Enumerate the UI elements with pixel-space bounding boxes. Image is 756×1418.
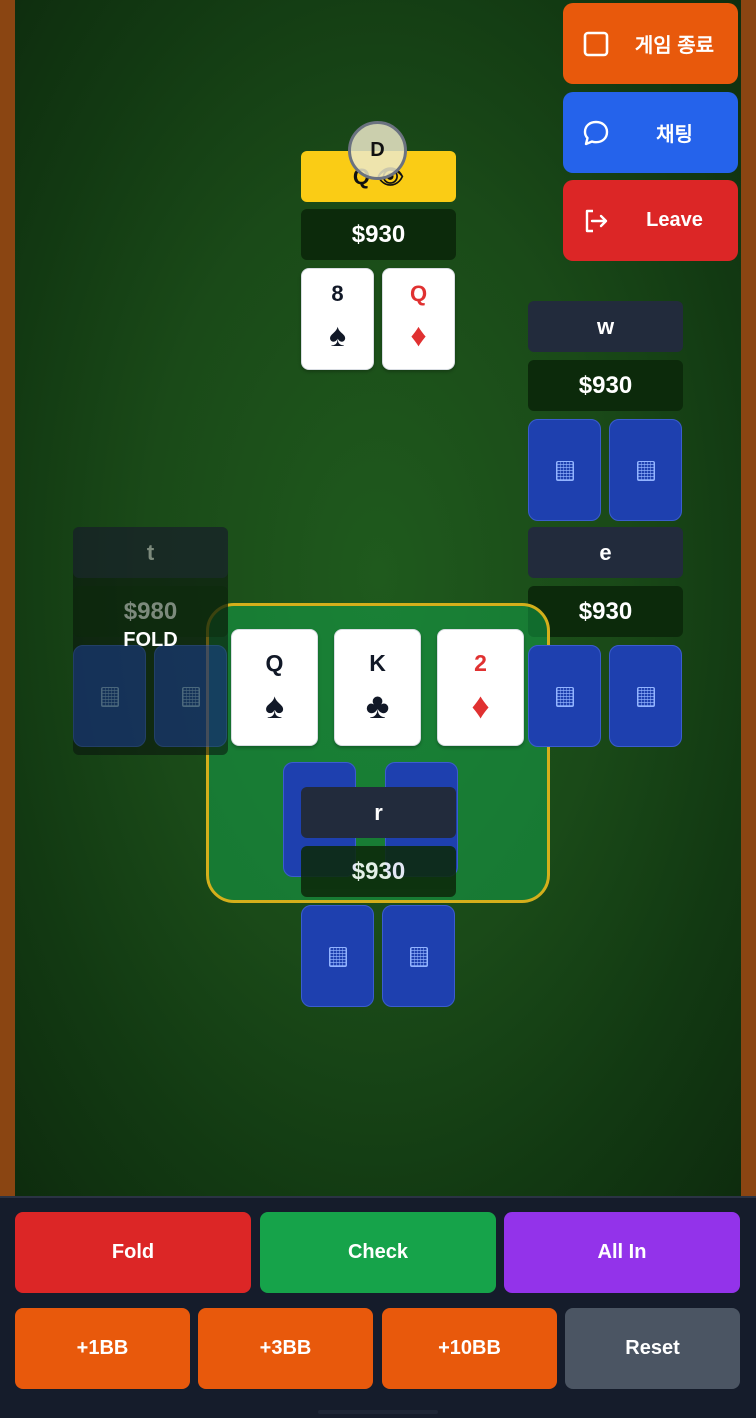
stop-icon (583, 31, 609, 57)
raise-3bb-button[interactable]: +3BB (198, 1308, 373, 1389)
player-right-lower-stack: $930 (528, 586, 683, 637)
card-suit: ♣ (365, 685, 390, 726)
card-back (609, 419, 682, 521)
logout-icon (585, 209, 608, 233)
card-back-icon (182, 687, 200, 707)
player-right-upper-stack: $930 (528, 360, 683, 411)
chat-button[interactable]: 채팅 (563, 92, 738, 173)
card-suit: ♦ (471, 685, 490, 726)
card-back-icon (637, 461, 655, 481)
leave-label: Leave (646, 209, 703, 231)
fold-status-label: FOLD (123, 629, 178, 651)
card-back (528, 645, 601, 747)
player-bottom-stack: $930 (301, 846, 456, 897)
home-indicator (318, 1410, 438, 1414)
card-back (609, 645, 682, 747)
card-back (528, 419, 601, 521)
player-top-stack: $930 (301, 209, 456, 260)
fold-button[interactable]: Fold (15, 1212, 251, 1293)
card-back (301, 905, 374, 1007)
card-back (382, 905, 455, 1007)
board-card-3: 2 ♦ (437, 629, 524, 746)
card-suit: ♠ (329, 317, 346, 353)
chat-bubble-icon (583, 120, 609, 146)
raise-1bb-button[interactable]: +1BB (15, 1308, 190, 1389)
board-card-1: Q ♠ (231, 629, 318, 746)
chat-label: 채팅 (656, 124, 693, 146)
raise-10bb-button[interactable]: +10BB (382, 1308, 557, 1389)
player-bottom-name: r (301, 787, 456, 838)
card-rank: K (369, 650, 386, 676)
card-back-icon (556, 461, 574, 481)
player-top-card-2: Q ♦ (382, 268, 455, 370)
card-suit: ♠ (264, 685, 285, 726)
end-game-label: 게임 종료 (634, 35, 715, 57)
card-back-icon (410, 947, 428, 967)
card-back-icon (637, 687, 655, 707)
card-rank: 2 (474, 650, 487, 676)
dealer-button: D (348, 121, 407, 180)
leave-button[interactable]: Leave (563, 180, 738, 261)
all-in-button[interactable]: All In (504, 1212, 740, 1293)
player-left-name: t (73, 527, 228, 578)
card-rank: Q (409, 281, 428, 306)
player-right-lower-name: e (528, 527, 683, 578)
board-card-2: K ♣ (334, 629, 421, 746)
player-top-card-1: 8 ♠ (301, 268, 374, 370)
end-game-button[interactable]: 게임 종료 (563, 3, 738, 84)
card-suit: ♦ (410, 317, 427, 353)
card-back-icon (101, 687, 119, 707)
reset-button[interactable]: Reset (565, 1308, 740, 1389)
card-rank: Q (265, 650, 284, 676)
card-back-icon (556, 687, 574, 707)
card-back (73, 645, 146, 747)
check-button[interactable]: Check (260, 1212, 496, 1293)
card-back-icon (329, 947, 347, 967)
card-rank: 8 (331, 281, 344, 306)
player-right-upper-name: w (528, 301, 683, 352)
card-back (154, 645, 227, 747)
